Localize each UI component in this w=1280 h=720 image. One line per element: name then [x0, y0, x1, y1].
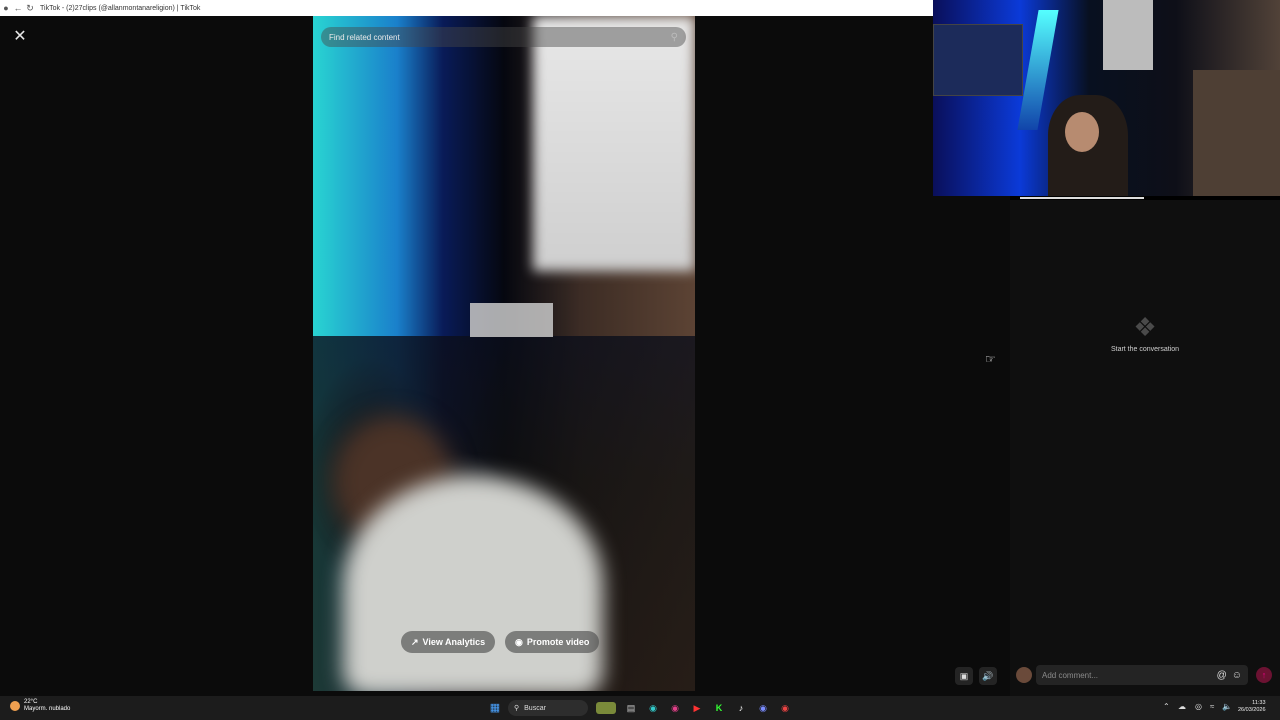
related-content-search[interactable]: Find related content ⚲ [321, 27, 686, 47]
volume-icon[interactable]: 🔊 [979, 667, 997, 685]
comments-panel [1010, 200, 1280, 696]
post-comment-button[interactable]: ↑ [1256, 667, 1272, 683]
promote-video-button[interactable]: ◉ Promote video [505, 631, 600, 653]
clock-time: 11:33 [1252, 700, 1266, 706]
browser-title-bar: ● ← ↻ TikTok - (2)27clips (@allanmontana… [0, 0, 933, 16]
taskbar-search[interactable]: ⚲ Buscar [508, 700, 588, 716]
taskbar-clock[interactable]: 11:33 26/03/2026 [1238, 700, 1266, 714]
file-explorer-icon[interactable]: ▤ [625, 702, 637, 714]
flame-icon: ◉ [515, 636, 523, 647]
chrome-icon[interactable]: ◉ [779, 702, 791, 714]
taskbar-search-icon: ⚲ [514, 705, 520, 712]
video-window-area [533, 16, 695, 271]
weather-icon [10, 701, 20, 711]
discord-icon[interactable]: ◉ [757, 702, 769, 714]
tray-expand-icon[interactable]: ⌃ [1163, 702, 1170, 711]
comment-input[interactable]: Add comment... @ ☺ [1036, 665, 1248, 685]
close-icon[interactable]: ✕ [10, 27, 30, 47]
taskbar-search-label: Buscar [524, 704, 546, 712]
edge-browser-icon[interactable]: ◉ [647, 702, 659, 714]
promote-video-label: Promote video [526, 637, 590, 647]
search-placeholder: Find related content [329, 32, 400, 42]
microphone-icon[interactable]: ◎ [1195, 702, 1202, 711]
tiktok-favicon-icon: ● [3, 3, 9, 13]
chat-bubbles-icon: ❖ [1133, 312, 1157, 342]
analytics-chart-icon: ↗ [411, 636, 419, 647]
tiktok-icon[interactable]: ♪ [735, 702, 747, 714]
kick-icon[interactable]: K [713, 702, 725, 714]
windows-taskbar [0, 696, 1280, 720]
reload-icon[interactable]: ↻ [24, 0, 36, 16]
webcam-overlay [933, 0, 1280, 196]
video-person-shirt [343, 476, 603, 691]
empty-comments-state: ❖ Start the conversation [1100, 312, 1190, 353]
weather-widget[interactable]: 22°C Mayorm. nublado [10, 699, 70, 713]
instagram-icon[interactable]: ◉ [669, 702, 681, 714]
avatar [1016, 667, 1032, 683]
wifi-icon[interactable]: ≈ [1210, 702, 1214, 711]
search-icon[interactable]: ⚲ [671, 32, 678, 43]
webcam-sofa [1193, 70, 1280, 196]
mention-icon[interactable]: @ [1217, 670, 1227, 681]
start-conversation-text: Start the conversation [1110, 346, 1180, 353]
view-analytics-button[interactable]: ↗ View Analytics [401, 631, 496, 653]
webcam-face [1065, 112, 1099, 152]
windows-start-icon[interactable]: ▦ [489, 702, 501, 714]
comment-placeholder: Add comment... [1042, 670, 1099, 680]
webcam-monitor [933, 24, 1023, 96]
webcam-progress-line [1020, 197, 1144, 199]
onedrive-icon[interactable]: ☁ [1178, 702, 1186, 711]
weather-desc: Mayorm. nublado [24, 706, 71, 712]
speaker-icon[interactable]: 🔈 [1222, 702, 1232, 711]
captions-icon[interactable]: ▣ [955, 667, 973, 685]
video-overlay-box [470, 303, 553, 337]
weather-temp: 22°C [24, 699, 38, 705]
taskbar-widget-icon[interactable] [596, 702, 616, 714]
back-icon[interactable]: ← [12, 0, 24, 16]
view-analytics-label: View Analytics [422, 637, 486, 647]
webcam-window [1103, 0, 1153, 70]
mouse-cursor-icon: ☞ [985, 352, 996, 366]
emoji-icon[interactable]: ☺ [1232, 670, 1242, 681]
video-player[interactable] [313, 16, 695, 691]
browser-title: TikTok - (2)27clips (@allanmontanareligi… [40, 4, 201, 12]
clock-date: 26/03/2026 [1238, 707, 1266, 713]
youtube-icon[interactable]: ▶ [691, 702, 703, 714]
